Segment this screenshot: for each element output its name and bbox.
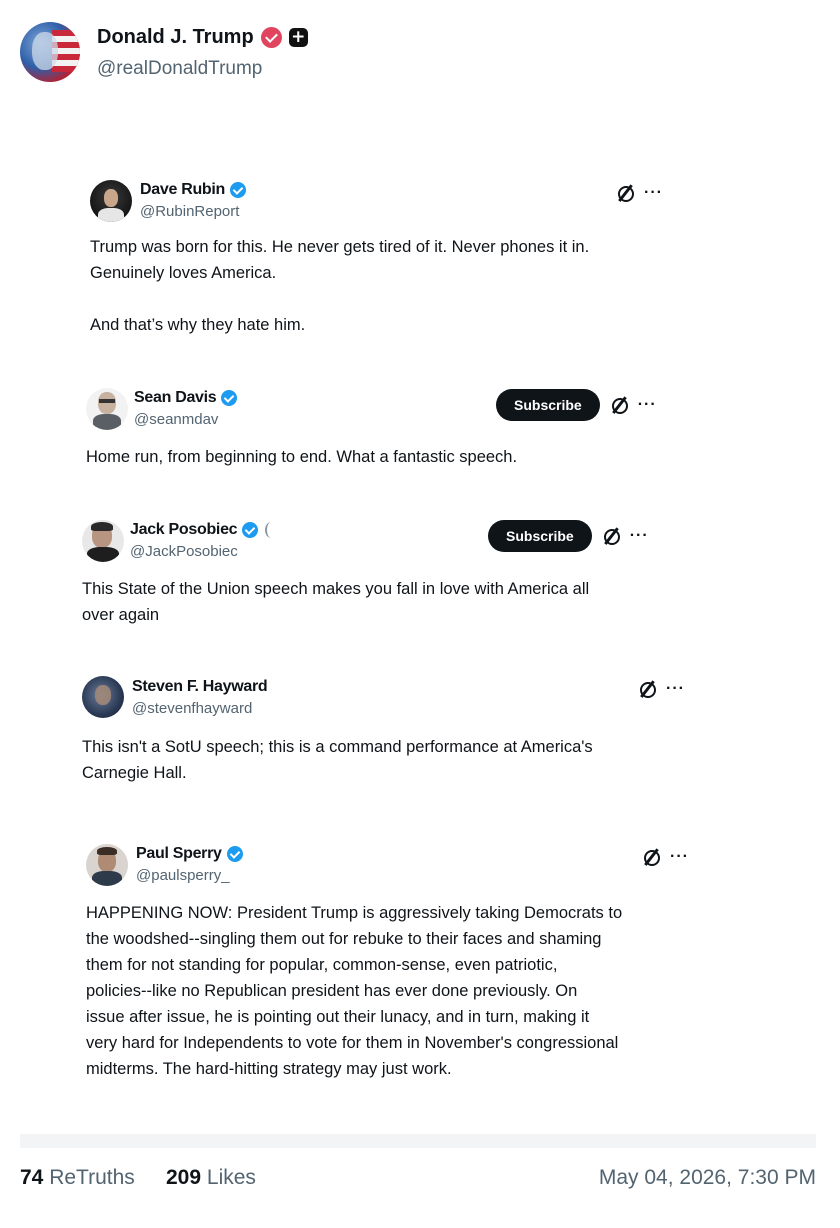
quoted-tweet: Sean Davis @seanmdav Subscribe ··· Home …	[86, 388, 706, 478]
grok-icon	[602, 527, 620, 545]
tweet-author-handle: @paulsperry_	[136, 867, 230, 884]
tweet-actions: ···	[638, 680, 685, 698]
avatar	[86, 388, 128, 430]
post-timestamp[interactable]: May 04, 2026, 7:30 PM	[599, 1166, 816, 1190]
affiliate-badge-icon	[265, 522, 277, 538]
tweet-text: Home run, from beginning to end. What a …	[86, 448, 518, 466]
tweet-author-row: Sean Davis	[134, 389, 238, 407]
more-options-icon: ···	[670, 848, 689, 865]
tweet-author-row: Jack Posobiec	[130, 521, 277, 539]
retruths-count: 74	[20, 1166, 44, 1189]
retruths-stat[interactable]: 74 ReTruths	[20, 1166, 135, 1190]
quoted-tweet: Paul Sperry @paulsperry_ ··· HAPPENING N…	[86, 844, 726, 1084]
quoted-tweet: Jack Posobiec @JackPosobiec Subscribe ··…	[82, 520, 702, 630]
quoted-tweet: Dave Rubin @RubinReport ··· Trump was bo…	[90, 180, 710, 340]
tweet-author-handle: @seanmdav	[134, 411, 219, 428]
tweet-author-name: Jack Posobiec	[130, 521, 238, 538]
more-options-icon: ···	[637, 396, 657, 413]
avatar[interactable]	[20, 22, 80, 82]
tweet-author-name: Dave Rubin	[140, 181, 226, 198]
verified-badge-icon	[242, 522, 259, 538]
quoted-tweet: Steven F. Hayward @stevenfhayward ··· Th…	[82, 676, 702, 786]
post-footer: 74 ReTruths 209 Likes May 04, 2026, 7:30…	[20, 1162, 816, 1196]
verified-badge-icon	[226, 846, 243, 862]
tweet-author-row: Paul Sperry	[136, 845, 243, 863]
likes-count: 209	[166, 1166, 202, 1189]
tweet-author-name: Steven F. Hayward	[132, 678, 268, 695]
tweet-author-handle: @stevenfhayward	[132, 700, 253, 717]
retruths-label: ReTruths	[49, 1166, 135, 1189]
author-display-name[interactable]: Donald J. Trump	[97, 26, 254, 49]
tweet-actions: ···	[642, 848, 689, 866]
avatar	[82, 676, 124, 718]
avatar	[86, 844, 128, 886]
more-options-icon: ···	[644, 184, 663, 201]
more-options-icon: ···	[666, 680, 685, 697]
tweet-text: HAPPENING NOW: President Trump is aggres…	[86, 904, 623, 1078]
subscribe-button: Subscribe	[496, 389, 600, 421]
verified-badge-icon	[221, 390, 238, 406]
tweet-author-name: Paul Sperry	[136, 845, 222, 862]
tweet-text: This State of the Union speech makes you…	[82, 580, 590, 624]
avatar	[90, 180, 132, 222]
tweet-author-row: Dave Rubin	[140, 181, 247, 199]
verified-badge-icon	[230, 182, 247, 198]
plus-badge-icon: +	[288, 28, 308, 47]
more-options-icon: ···	[629, 527, 649, 544]
embedded-screenshot[interactable]: Dave Rubin @RubinReport ··· Trump was bo…	[20, 118, 816, 1148]
subscribe-button: Subscribe	[488, 520, 592, 552]
author-handle[interactable]: @realDonaldTrump	[97, 58, 262, 80]
grok-icon	[610, 396, 628, 414]
tweet-author-handle: @RubinReport	[140, 203, 240, 220]
tweet-actions: ···	[616, 184, 663, 202]
tweet-author-handle: @JackPosobiec	[130, 543, 238, 560]
likes-label: Likes	[206, 1166, 256, 1189]
avatar	[82, 520, 124, 562]
tweet-text: Trump was born for this. He never gets t…	[90, 238, 590, 334]
verified-badge-icon	[260, 27, 282, 48]
author-name-row: Donald J. Trump +	[97, 26, 308, 49]
grok-icon	[638, 680, 656, 698]
post-header: Donald J. Trump + @realDonaldTrump	[20, 20, 820, 84]
grok-icon	[616, 184, 634, 202]
tweet-author-name: Sean Davis	[134, 389, 217, 406]
tweet-text: This isn't a SotU speech; this is a comm…	[82, 738, 593, 782]
tweet-author-row: Steven F. Hayward	[132, 678, 268, 696]
tweet-actions: Subscribe ···	[488, 520, 649, 552]
likes-stat[interactable]: 209 Likes	[166, 1166, 256, 1190]
grok-icon	[642, 848, 660, 866]
tweet-actions: Subscribe ···	[496, 389, 657, 421]
